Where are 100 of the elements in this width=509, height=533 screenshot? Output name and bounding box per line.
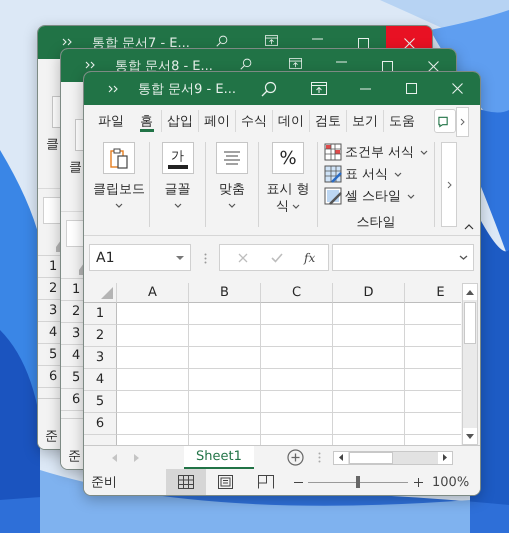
ribbon-tab[interactable]: 도움: [383, 110, 420, 132]
scroll-right-button[interactable]: [438, 452, 452, 464]
arrow-left-icon: [112, 454, 116, 462]
alignment-button[interactable]: 맞춤: [206, 137, 258, 235]
group-label: 클: [46, 136, 59, 153]
table-cell: [117, 391, 189, 413]
caret-icon: [407, 194, 416, 198]
caret-icon: [228, 203, 236, 208]
table-cell: [333, 413, 405, 435]
font-button[interactable]: 가 글꼴: [150, 137, 205, 235]
table-cell: [189, 369, 261, 391]
minimize-icon: [312, 38, 324, 40]
table-cell: [189, 325, 261, 347]
expand-caret-icon: [459, 255, 468, 260]
style-command-button[interactable]: 조건부 서식: [324, 141, 434, 163]
table-cell: [333, 303, 405, 325]
add-sheet-button[interactable]: [286, 449, 304, 466]
ribbon-tab[interactable]: 검토: [309, 110, 346, 132]
name-box[interactable]: A1: [89, 244, 191, 271]
scroll-up-button[interactable]: [463, 284, 477, 300]
table-cell: [117, 369, 189, 391]
ribbon-tab[interactable]: 파일: [90, 110, 132, 132]
close-button[interactable]: [386, 26, 432, 48]
table-cell: [117, 347, 189, 369]
chevron-right-icon: [446, 180, 452, 188]
ribbon-display-icon: [288, 58, 302, 69]
arrow-left-icon: [338, 454, 343, 461]
chevron-right-icon: [460, 118, 465, 126]
style-command-button[interactable]: 표 서식: [324, 163, 434, 185]
table-cell: [333, 325, 405, 347]
status-text: 준: [45, 428, 58, 445]
table-cell: [261, 369, 333, 391]
normal-view-button[interactable]: [166, 469, 206, 495]
cell-style-icon: [324, 187, 342, 205]
zoom-level: 100%: [432, 474, 470, 490]
scroll-left-button[interactable]: [334, 452, 348, 464]
ribbon-tab[interactable]: 페이: [198, 110, 235, 132]
minimize-icon: [336, 61, 347, 63]
ribbon-tab[interactable]: 수식: [235, 110, 272, 132]
ribbon-tab[interactable]: 삽입: [161, 110, 198, 132]
table-cell: [405, 303, 461, 325]
group-label: 스타일: [356, 214, 396, 231]
name-box[interactable]: [43, 197, 61, 224]
table-cell: [189, 391, 261, 413]
name-box[interactable]: [66, 220, 84, 247]
ribbon-display-icon: [311, 82, 327, 95]
group-label: 클: [69, 159, 82, 176]
scroll-thumb[interactable]: [348, 452, 393, 464]
grip-icon: [318, 452, 321, 463]
ribbon-icon-button[interactable]: [434, 109, 456, 133]
align-center-icon: [223, 151, 241, 165]
ribbon-tab[interactable]: 보기: [346, 110, 383, 132]
status-text: 준: [68, 448, 81, 465]
caret-icon: [420, 150, 428, 154]
caret-icon: [394, 172, 402, 176]
scroll-down-button[interactable]: [463, 428, 477, 444]
scroll-thumb[interactable]: [464, 302, 476, 344]
table-cell: [333, 369, 405, 391]
caret-icon: [292, 204, 300, 209]
table-cell: [189, 303, 261, 325]
table-format-icon: [324, 165, 342, 183]
table-cell: [189, 413, 261, 435]
number-format-button[interactable]: % 표시 형식: [259, 137, 317, 235]
table-cell: [261, 325, 333, 347]
table-cell: [261, 303, 333, 325]
style-command-button[interactable]: 셀 스타일: [324, 185, 434, 207]
insert-function-button[interactable]: fx: [304, 248, 316, 268]
arrow-right-icon: [442, 454, 447, 461]
table-cell: [405, 369, 461, 391]
table-cell: [261, 391, 333, 413]
clipboard-button[interactable]: 클립보드: [89, 137, 149, 235]
page-icon: [218, 475, 234, 489]
ribbon-tab[interactable]: 데이: [272, 110, 309, 132]
table-cell: [117, 413, 189, 435]
ribbon-display-icon: [265, 35, 278, 46]
horizontal-scrollbar[interactable]: [332, 450, 453, 464]
table-cell: [405, 413, 461, 435]
collapse-ribbon-button[interactable]: [462, 222, 476, 232]
close-icon: [238, 252, 248, 262]
chevron-up-icon: [464, 224, 474, 230]
vertical-scrollbar[interactable]: [462, 283, 478, 445]
chevron-icon: [62, 38, 72, 46]
arrow-right-icon: [134, 454, 138, 462]
comment-icon: [438, 114, 449, 128]
conditional-format-icon: [324, 143, 342, 161]
minimize-icon: [360, 88, 370, 90]
formula-field[interactable]: [332, 244, 474, 271]
zoom-in-button[interactable]: [412, 478, 424, 486]
maximize-icon: [406, 83, 416, 94]
plus-icon: [414, 478, 422, 486]
select-all-icon: [101, 287, 113, 299]
search-icon: [261, 80, 277, 96]
arrow-up-icon: [466, 290, 474, 294]
table-cell: [261, 413, 333, 435]
sheet-tab[interactable]: Sheet1: [184, 446, 254, 468]
plus-icon: [286, 449, 304, 466]
page-break-icon: [258, 475, 274, 489]
slider-thumb[interactable]: [356, 476, 360, 488]
chevron-icon: [84, 61, 95, 69]
table-cell: [117, 303, 189, 325]
